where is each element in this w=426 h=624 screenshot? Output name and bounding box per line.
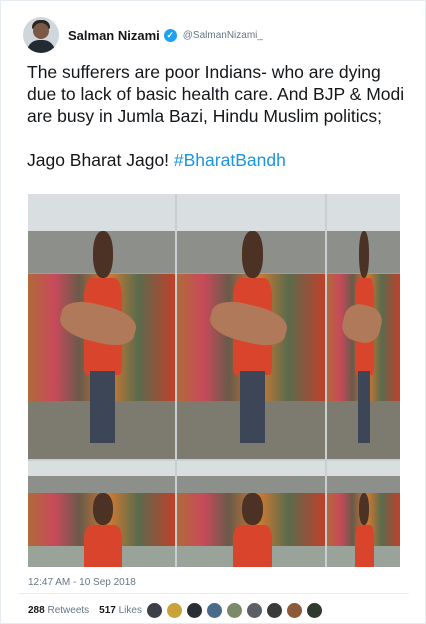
media-frame-6	[327, 461, 400, 567]
media-frame-2	[177, 194, 325, 459]
avatar-body	[27, 40, 55, 53]
hashtag-link[interactable]: #BharatBandh	[174, 150, 286, 170]
tweet-text-line1: The sufferers are poor Indians- who are …	[27, 62, 405, 126]
user-handle[interactable]: @SalmanNizami_	[183, 30, 263, 41]
media-frame-1	[28, 194, 175, 459]
verified-badge-icon: ✓	[163, 28, 177, 42]
tweet-text-line2-plain: Jago Bharat Jago!	[27, 150, 174, 170]
retweets-stat[interactable]: 288 Retweets	[28, 605, 89, 616]
likes-stat[interactable]: 517 Likes	[99, 605, 142, 616]
user-name[interactable]: Salman Nizami	[68, 28, 160, 43]
liker-avatars	[146, 602, 326, 619]
liker-avatar[interactable]	[286, 602, 303, 619]
liker-avatar[interactable]	[146, 602, 163, 619]
tweet-text-line2: Jago Bharat Jago! #BharatBandh	[27, 149, 407, 171]
tweet-timestamp[interactable]: 12:47 AM - 10 Sep 2018	[28, 577, 136, 588]
avatar[interactable]	[23, 17, 59, 53]
media-frame-4	[28, 461, 175, 567]
divider	[19, 593, 409, 594]
user-namebox: Salman Nizami ✓ @SalmanNizami_	[68, 28, 263, 43]
liker-avatar[interactable]	[186, 602, 203, 619]
tweet-text: The sufferers are poor Indians- who are …	[27, 61, 407, 171]
tweet-header: Salman Nizami ✓ @SalmanNizami_	[23, 15, 263, 55]
liker-avatar[interactable]	[246, 602, 263, 619]
media-frame-5	[177, 461, 325, 567]
liker-avatar[interactable]	[226, 602, 243, 619]
likes-label: Likes	[118, 605, 142, 616]
avatar-head	[33, 23, 49, 39]
tweet-stats: 288 Retweets 517 Likes	[28, 605, 152, 616]
likes-count: 517	[99, 605, 116, 616]
liker-avatar[interactable]	[166, 602, 183, 619]
tweet-card: Salman Nizami ✓ @SalmanNizami_ The suffe…	[0, 0, 426, 624]
retweets-count: 288	[28, 605, 45, 616]
retweets-label: Retweets	[47, 605, 90, 616]
liker-avatar[interactable]	[306, 602, 323, 619]
liker-avatar[interactable]	[266, 602, 283, 619]
text-gap	[27, 127, 407, 149]
tweet-media[interactable]	[28, 194, 400, 567]
media-frame-3	[327, 194, 400, 459]
liker-avatar[interactable]	[206, 602, 223, 619]
